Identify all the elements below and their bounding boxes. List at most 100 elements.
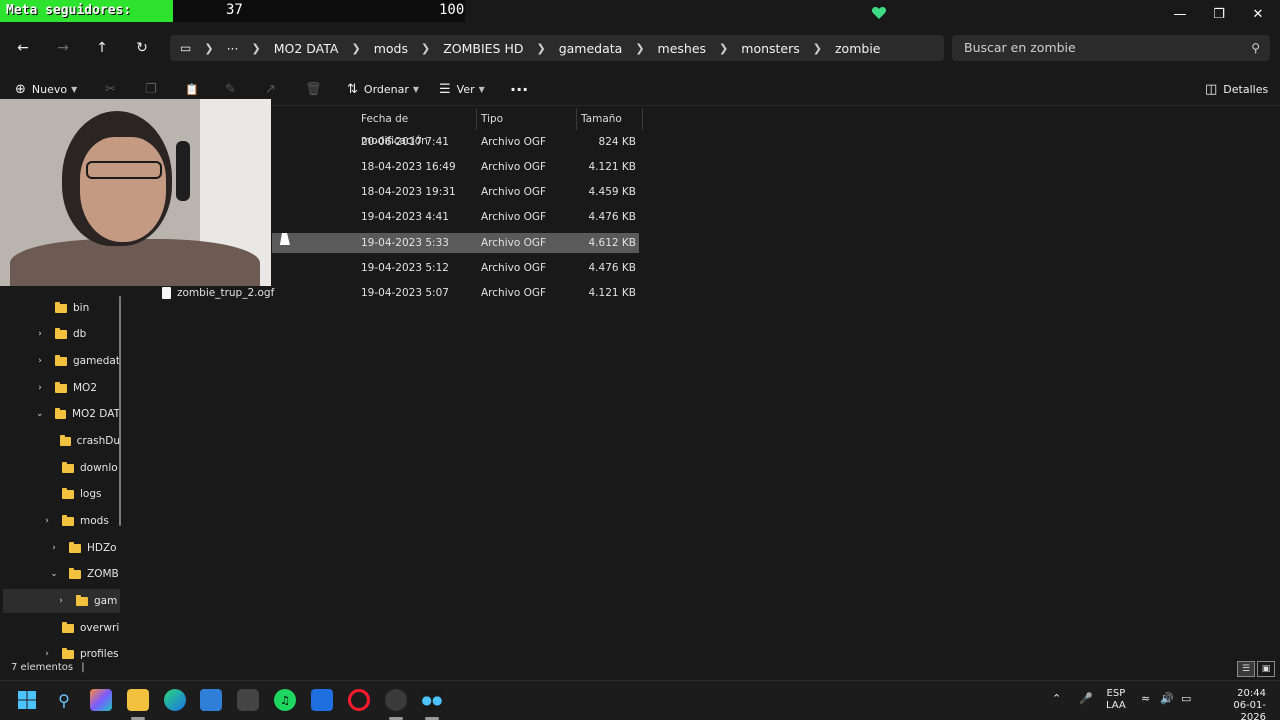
forward-arrow-icon[interactable]: → (52, 38, 74, 58)
sort-button[interactable]: ⇅ Ordenar ▼ (347, 79, 419, 99)
file-date: 18-04-2023 19:31 (361, 186, 456, 198)
rename-icon[interactable]: ✎ (225, 79, 236, 99)
back-arrow-icon[interactable]: ← (12, 38, 34, 58)
tree-item-mo2[interactable]: › MO2 (35, 376, 120, 400)
spotify-icon[interactable]: ♫ (274, 689, 296, 711)
opera-icon[interactable] (348, 689, 370, 711)
details-button[interactable]: ◫ Detalles (1205, 79, 1268, 99)
plus-circle-icon: ⊕ (15, 81, 26, 97)
file-date: 19-04-2023 5:07 (361, 287, 449, 299)
windows-start-icon[interactable] (16, 689, 38, 711)
nav-pane-scrollbar[interactable] (119, 296, 121, 526)
address-bar[interactable]: ▭ ❯ ··· ❯ MO2 DATA ❯ mods ❯ ZOMBIES HD ❯… (170, 35, 944, 61)
tree-item-hdzombies[interactable]: › HDZo (49, 536, 120, 560)
file-size: 4.121 KB (588, 161, 637, 173)
copy-icon[interactable]: ❐ (145, 79, 157, 99)
file-row[interactable]: 19-04-2023 5:12 Archivo OGF 4.476 KB (272, 258, 639, 278)
battery-icon[interactable]: ▭ (1181, 693, 1191, 705)
breadcrumb-meshes[interactable]: meshes (658, 41, 707, 56)
wifi-icon[interactable]: ≈ (1141, 693, 1150, 705)
file-name: zombie_trup_2.ogf (162, 283, 274, 303)
copilot-icon[interactable] (90, 689, 112, 711)
column-header-date[interactable]: Fecha de modificación (356, 108, 477, 147)
column-header-size[interactable]: Tamaño (576, 108, 643, 130)
refresh-icon[interactable]: ↻ (131, 38, 153, 58)
up-arrow-icon[interactable]: ↑ (91, 38, 113, 58)
clock[interactable]: 20:44 06-01-2026 (1210, 688, 1266, 720)
file-size: 4.121 KB (588, 287, 637, 299)
breadcrumb-mods[interactable]: mods (374, 41, 408, 56)
search-icon[interactable]: ⚲ (53, 689, 75, 711)
microphone-icon[interactable]: 🎤 (1079, 693, 1093, 705)
keyboard-layout: LAA (1106, 700, 1126, 711)
view-button[interactable]: ☰ Ver ▼ (439, 79, 485, 99)
details-view-icon[interactable]: ☰ (1237, 661, 1255, 677)
tiles-view-icon[interactable]: ▣ (1257, 661, 1275, 677)
language-indicator[interactable]: ESP LAA (1106, 688, 1126, 712)
delete-icon[interactable]: 🗑 (305, 79, 322, 99)
tree-item-db[interactable]: › db (35, 322, 120, 346)
edge-icon[interactable] (164, 689, 186, 711)
chevron-right-icon[interactable]: › (42, 649, 52, 659)
tree-item-gamedata[interactable]: › gamedat (35, 349, 120, 373)
mouse-cursor-icon (279, 233, 293, 245)
file-row[interactable]: 19-04-2023 4:41 Archivo OGF 4.476 KB (272, 207, 639, 227)
tree-item-bin[interactable]: bin (35, 296, 120, 320)
show-hidden-icons-icon[interactable]: ⌃ (1052, 693, 1061, 705)
tree-item-overwrite[interactable]: overwri (42, 616, 120, 640)
breadcrumb-more[interactable]: ··· (227, 41, 239, 56)
breadcrumb-gamedata[interactable]: gamedata (559, 41, 623, 56)
minimize-button[interactable]: — (1161, 0, 1199, 28)
file-date: 19-04-2023 5:33 (361, 237, 449, 249)
chevron-right-icon[interactable]: › (42, 516, 52, 526)
share-icon[interactable]: ↗ (265, 79, 276, 99)
search-input[interactable]: Buscar en zombie ⚲ (952, 35, 1270, 61)
chevron-right-icon[interactable]: › (35, 329, 45, 339)
more-options-icon[interactable]: ··· (510, 79, 528, 99)
close-button[interactable]: ✕ (1239, 0, 1277, 28)
volume-icon[interactable]: 🔊 (1160, 693, 1174, 705)
file-explorer-icon[interactable] (127, 689, 149, 711)
tree-item-crashdumps[interactable]: crashDu (42, 429, 120, 453)
chevron-down-icon[interactable]: ⌄ (49, 569, 59, 579)
tree-item-label: MO2 (73, 382, 98, 394)
file-type: Archivo OGF (481, 287, 547, 299)
tree-item-zombies-hd[interactable]: ⌄ ZOMB (49, 562, 120, 586)
chevron-right-icon[interactable]: › (35, 383, 45, 393)
folder-icon (54, 407, 66, 419)
tree-item-mo2-data[interactable]: ⌄ MO2 DAT (35, 402, 120, 426)
folder-icon (62, 461, 74, 473)
taskbar: ⚲ ♫ ●● ⌃ 🎤 ESP LAA ≈ 🔊 ▭ 20:44 06-01-202… (0, 680, 1280, 720)
cut-icon[interactable]: ✂ (105, 79, 116, 99)
new-button[interactable]: ⊕ Nuevo ▼ (15, 79, 77, 99)
breadcrumb-monsters[interactable]: monsters (741, 41, 800, 56)
breadcrumb-zombies-hd[interactable]: ZOMBIES HD (443, 41, 523, 56)
chevron-right-icon[interactable]: › (56, 596, 66, 606)
code-editor-icon[interactable] (311, 689, 333, 711)
file-row-selected[interactable]: 19-04-2023 5:33 Archivo OGF 4.612 KB (272, 233, 639, 253)
paste-icon[interactable]: 📋 (185, 79, 199, 99)
tree-item-mods[interactable]: › mods (42, 509, 120, 533)
tree-item-downloads[interactable]: downlo (42, 456, 120, 480)
obs-icon[interactable] (385, 689, 407, 711)
restore-button[interactable]: ❐ (1200, 0, 1238, 28)
file-date: 18-04-2023 16:49 (361, 161, 456, 173)
chevron-right-icon[interactable]: › (49, 543, 59, 553)
folder-icon (62, 487, 74, 499)
file-row[interactable]: 20-06-2017 7:41 Archivo OGF 824 KB (272, 132, 639, 152)
breadcrumb-mo2-data[interactable]: MO2 DATA (274, 41, 339, 56)
file-row[interactable]: 18-04-2023 16:49 Archivo OGF 4.121 KB (272, 157, 639, 177)
game-launcher-icon[interactable]: ●● (421, 689, 443, 711)
store-icon[interactable] (200, 689, 222, 711)
file-row[interactable]: zombie_trup_2.ogf 19-04-2023 5:07 Archiv… (162, 283, 639, 303)
breadcrumb-zombie[interactable]: zombie (835, 41, 880, 56)
tree-item-logs[interactable]: logs (42, 482, 120, 506)
chevron-right-icon[interactable]: › (35, 356, 45, 366)
column-header-type[interactable]: Tipo (476, 108, 577, 130)
tree-item-gamedata-selected[interactable]: › gam (3, 589, 120, 613)
unity-icon[interactable] (237, 689, 259, 711)
search-placeholder: Buscar en zombie (964, 40, 1076, 55)
chevron-down-icon[interactable]: ⌄ (35, 409, 45, 419)
file-row[interactable]: 18-04-2023 19:31 Archivo OGF 4.459 KB (272, 182, 639, 202)
language-code: ESP (1106, 688, 1126, 699)
